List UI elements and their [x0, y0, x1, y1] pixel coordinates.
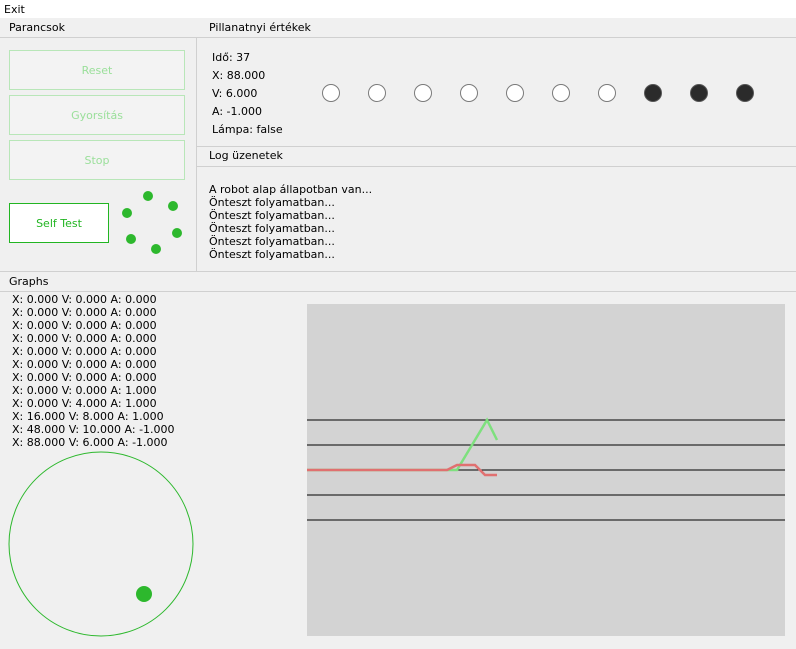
- spinner-dot: [126, 234, 136, 244]
- commands-header: Parancsok: [9, 21, 65, 34]
- graph-canvas: [307, 304, 785, 636]
- graph-history-line: X: 0.000 V: 0.000 A: 0.000: [12, 306, 157, 319]
- header-divider: [0, 37, 796, 38]
- graph-history-line: X: 0.000 V: 0.000 A: 0.000: [12, 345, 157, 358]
- graphs-header: Graphs: [9, 275, 49, 288]
- v-value: V: 6.000: [212, 87, 258, 100]
- graph-history-line: X: 0.000 V: 0.000 A: 0.000: [12, 319, 157, 332]
- position-track: [8, 451, 194, 637]
- graphs-divider: [0, 271, 796, 272]
- lamp-indicator: [690, 84, 708, 102]
- commands-divider: [196, 37, 197, 271]
- values-log-divider: [197, 146, 796, 147]
- spinner-dot: [168, 201, 178, 211]
- graph-history-line: X: 0.000 V: 0.000 A: 1.000: [12, 384, 157, 397]
- graph-history-line: X: 16.000 V: 8.000 A: 1.000: [12, 410, 164, 423]
- lamp-indicator: [414, 84, 432, 102]
- lamp-indicator: [368, 84, 386, 102]
- self-test-button[interactable]: Self Test: [9, 203, 109, 243]
- log-header-divider: [197, 166, 796, 167]
- current-values-header: Pillanatnyi értékek: [209, 21, 311, 34]
- lamp-indicator: [644, 84, 662, 102]
- stop-button[interactable]: Stop: [9, 140, 185, 180]
- graph-history-line: X: 0.000 V: 0.000 A: 0.000: [12, 293, 157, 306]
- log-line: Önteszt folyamatban...: [209, 196, 335, 209]
- log-line: Önteszt folyamatban...: [209, 248, 335, 261]
- graph-history-line: X: 0.000 V: 0.000 A: 0.000: [12, 371, 157, 384]
- position-gauge: [8, 451, 194, 637]
- graph-history-line: X: 0.000 V: 0.000 A: 0.000: [12, 358, 157, 371]
- menu-bar: Exit: [0, 0, 796, 18]
- position-marker: [136, 586, 152, 602]
- graphs-header-divider: [0, 291, 796, 292]
- graph-history-line: X: 0.000 V: 0.000 A: 0.000: [12, 332, 157, 345]
- log-header: Log üzenetek: [209, 149, 283, 162]
- a-value: A: -1.000: [212, 105, 262, 118]
- lamp-indicator: [460, 84, 478, 102]
- log-line: Önteszt folyamatban...: [209, 235, 335, 248]
- lamp-indicator: [506, 84, 524, 102]
- lamp-indicator: [736, 84, 754, 102]
- spinner-dot: [151, 244, 161, 254]
- log-line: A robot alap állapotban van...: [209, 183, 373, 196]
- spinner-dot: [122, 208, 132, 218]
- exit-menu-item[interactable]: Exit: [4, 3, 25, 16]
- lamp-indicator: [552, 84, 570, 102]
- lamp-value: Lámpa: false: [212, 123, 283, 136]
- log-line: Önteszt folyamatban...: [209, 209, 335, 222]
- time-value: Idő: 37: [212, 51, 251, 64]
- graph-history-line: X: 48.000 V: 10.000 A: -1.000: [12, 423, 175, 436]
- x-value: X: 88.000: [212, 69, 266, 82]
- spinner-dot: [143, 191, 153, 201]
- busy-spinner: [118, 188, 186, 256]
- accelerate-button[interactable]: Gyorsítás: [9, 95, 185, 135]
- spinner-dot: [172, 228, 182, 238]
- lamp-indicator: [598, 84, 616, 102]
- log-line: Önteszt folyamatban...: [209, 222, 335, 235]
- graph-history-line: X: 0.000 V: 4.000 A: 1.000: [12, 397, 157, 410]
- reset-button[interactable]: Reset: [9, 50, 185, 90]
- lamp-indicator: [322, 84, 340, 102]
